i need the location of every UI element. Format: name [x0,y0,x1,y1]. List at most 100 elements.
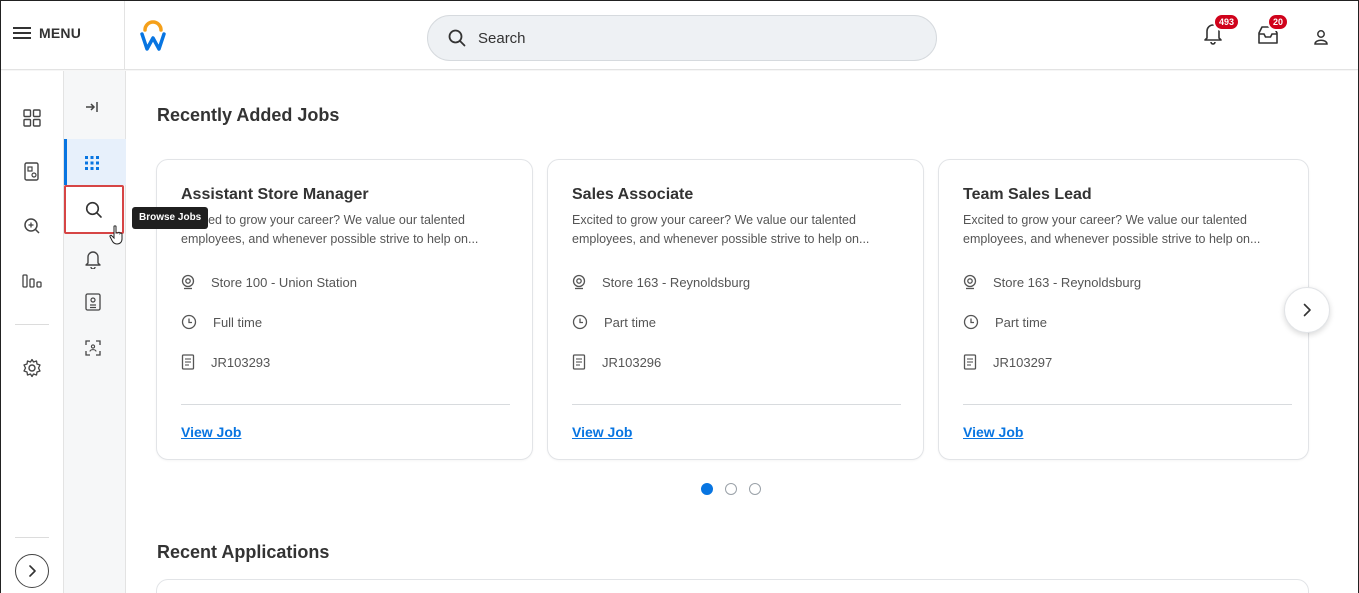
inbox-badge: 20 [1267,13,1290,31]
view-job-link[interactable]: View Job [963,424,1023,440]
notifications-button[interactable]: 493 [1202,13,1241,50]
topbar-divider [124,1,125,70]
job-req-id: JR103297 [963,354,1052,370]
search-icon [448,29,466,47]
id-card-icon [85,293,101,311]
clock-icon [181,314,197,330]
job-location: Store 163 - Reynoldsburg [572,274,750,290]
job-title[interactable]: Team Sales Lead [963,186,1092,204]
bell-icon [85,251,101,269]
top-bar: MENU 493 20 [1,1,1358,70]
analytics-nav-button[interactable] [21,269,43,291]
profile-icon[interactable] [1313,29,1329,45]
job-title[interactable]: Sales Associate [572,186,693,204]
carousel-dot-active[interactable] [701,483,713,495]
scan-focus-icon [85,340,101,356]
job-location-text: Store 163 - Reynoldsburg [993,274,1142,290]
alerts-nav-button[interactable] [82,247,104,271]
job-req-id-text: JR103293 [211,354,271,370]
location-pin-icon [572,274,586,290]
search-icon [85,201,102,218]
dashboard-nav-button[interactable] [81,152,103,174]
job-title[interactable]: Assistant Store Manager [181,186,369,204]
settings-nav-button[interactable] [21,357,43,379]
location-pin-icon [963,274,977,290]
job-location-text: Store 100 - Union Station [211,274,357,290]
job-req-id-text: JR103297 [993,354,1053,370]
job-req-id: JR103293 [181,354,270,370]
arrow-to-right-icon [86,102,98,112]
hamburger-icon [13,27,31,39]
job-description-line: employees, and whenever possible strive … [963,232,1261,246]
chevron-right-icon [1303,303,1311,317]
apps-nav-button[interactable] [21,107,43,129]
job-description: Excited to grow your career? We value ou… [181,211,511,249]
browse-jobs-icon-wrap[interactable] [83,199,105,221]
document-icon [181,354,195,370]
card-divider [963,404,1292,405]
job-location-text: Store 163 - Reynoldsburg [602,274,751,290]
clock-icon [963,314,979,330]
collapse-panel-button[interactable] [81,97,103,117]
card-divider [572,404,901,405]
search-bar[interactable] [427,15,937,61]
job-description-line: employees, and whenever possible strive … [572,232,870,246]
job-description-line: Excited to grow your career? We value ou… [572,213,856,227]
job-description-line: employees, and whenever possible strive … [181,232,479,246]
job-time-type-text: Part time [604,314,657,330]
rail-divider [15,537,49,538]
document-icon [963,354,977,370]
job-location: Store 163 - Reynoldsburg [963,274,1141,290]
global-nav-rail [1,71,64,593]
notifications-badge: 493 [1213,13,1241,31]
dots-grid-icon [85,156,99,170]
job-description-line: Excited to grow your career? We value ou… [181,213,465,227]
search-nav-button[interactable] [21,215,43,237]
job-time-type: Part time [963,314,1047,330]
hand-cursor-icon [109,225,123,245]
job-location: Store 100 - Union Station [181,274,357,290]
job-time-type-text: Full time [213,314,263,330]
job-time-type: Full time [181,314,262,330]
job-req-id: JR103296 [572,354,661,370]
job-description: Excited to grow your career? We value ou… [572,211,902,249]
job-card[interactable]: Assistant Store Manager Excited to grow … [156,159,533,460]
job-description: Excited to grow your career? We value ou… [963,211,1293,249]
card-divider [181,404,510,405]
carousel-pagination [701,483,761,495]
rail-divider [15,324,49,325]
job-description-line: Excited to grow your career? We value ou… [963,213,1247,227]
grid-icon [23,109,41,127]
job-req-id-text: JR103296 [602,354,662,370]
document-search-icon [24,162,39,181]
recent-applications-card [156,579,1309,593]
carousel-next-button[interactable] [1284,287,1330,333]
document-icon [572,354,586,370]
scan-nav-button[interactable] [82,337,104,359]
job-card[interactable]: Team Sales Lead Excited to grow your car… [938,159,1309,460]
view-job-link[interactable]: View Job [181,424,241,440]
search-input[interactable] [478,29,898,47]
menu-label: MENU [39,25,82,41]
recent-applications-title: Recent Applications [157,542,330,562]
workday-logo-icon[interactable] [139,19,167,53]
my-profile-nav-button[interactable] [82,291,104,313]
browse-jobs-tooltip: Browse Jobs [132,207,209,229]
menu-button[interactable]: MENU [13,25,81,41]
expand-nav-button[interactable] [15,554,49,588]
bar-chart-icon [22,274,42,288]
profile-card-nav-button[interactable] [21,161,43,183]
recently-added-jobs-title: Recently Added Jobs [157,105,340,125]
location-pin-icon [181,274,195,290]
view-job-link[interactable]: View Job [572,424,632,440]
carousel-dot[interactable] [725,483,737,495]
gear-icon [23,358,41,378]
magnifier-plus-icon [24,218,40,234]
job-card[interactable]: Sales Associate Excited to grow your car… [547,159,924,460]
job-time-type: Part time [572,314,656,330]
carousel-dot[interactable] [749,483,761,495]
inbox-button[interactable]: 20 [1257,13,1290,50]
chevron-right-icon [29,565,36,577]
clock-icon [572,314,588,330]
job-time-type-text: Part time [995,314,1048,330]
